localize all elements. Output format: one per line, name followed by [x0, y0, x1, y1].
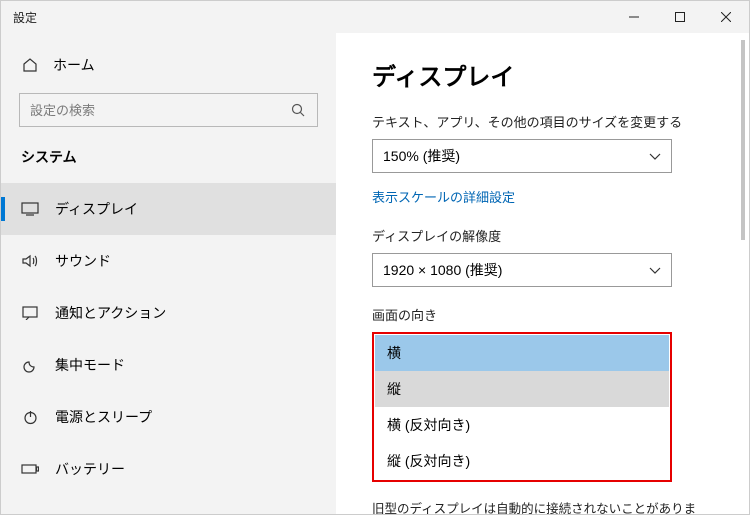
- chevron-down-icon: [649, 148, 661, 164]
- battery-icon: [21, 463, 39, 475]
- orientation-dropdown-open[interactable]: 横 縦 横 (反対向き) 縦 (反対向き): [372, 332, 672, 482]
- search-input[interactable]: [19, 93, 318, 127]
- close-button[interactable]: [703, 1, 749, 33]
- window-title: 設定: [1, 9, 37, 26]
- resolution-value: 1920 × 1080 (推奨): [383, 260, 502, 280]
- nav-label: 集中モード: [55, 355, 125, 375]
- resolution-dropdown[interactable]: 1920 × 1080 (推奨): [372, 253, 672, 287]
- sidebar: ホーム システム ディスプレイ: [1, 33, 336, 514]
- nav-label: サウンド: [55, 251, 111, 271]
- titlebar: 設定: [1, 1, 749, 33]
- footnote-text: 旧型のディスプレイは自動的に接続されないことがあります。[検出] を選択すると接…: [372, 500, 713, 514]
- section-label: システム: [1, 141, 336, 183]
- scrollbar[interactable]: [736, 32, 750, 515]
- scrollbar-thumb[interactable]: [741, 40, 745, 240]
- nav-label: ディスプレイ: [55, 199, 138, 219]
- page-title: ディスプレイ: [372, 57, 713, 92]
- nav-item-display[interactable]: ディスプレイ: [1, 183, 336, 235]
- chevron-down-icon: [649, 262, 661, 278]
- content-area: ディスプレイ テキスト、アプリ、その他の項目のサイズを変更する 150% (推奨…: [336, 33, 749, 514]
- scale-dropdown[interactable]: 150% (推奨): [372, 139, 672, 173]
- nav-item-focus[interactable]: 集中モード: [1, 339, 336, 391]
- scale-value: 150% (推奨): [383, 146, 460, 166]
- nav-label: バッテリー: [55, 459, 125, 479]
- orientation-option[interactable]: 縦: [375, 371, 669, 407]
- orientation-label: 画面の向き: [372, 305, 713, 324]
- sound-icon: [21, 254, 39, 268]
- advanced-scale-link[interactable]: 表示スケールの詳細設定: [372, 187, 713, 206]
- orientation-option[interactable]: 横 (反対向き): [375, 407, 669, 443]
- home-label: ホーム: [53, 55, 95, 75]
- minimize-button[interactable]: [611, 1, 657, 33]
- nav-label: 電源とスリープ: [55, 407, 152, 427]
- orientation-option[interactable]: 縦 (反対向き): [375, 443, 669, 479]
- orientation-option[interactable]: 横: [375, 335, 669, 371]
- display-icon: [21, 202, 39, 216]
- home-icon: [21, 57, 39, 73]
- focus-icon: [21, 358, 39, 373]
- resolution-label: ディスプレイの解像度: [372, 226, 713, 245]
- maximize-button[interactable]: [657, 1, 703, 33]
- nav-item-notifications[interactable]: 通知とアクション: [1, 287, 336, 339]
- scale-label: テキスト、アプリ、その他の項目のサイズを変更する: [372, 112, 713, 131]
- home-button[interactable]: ホーム: [1, 45, 336, 85]
- notifications-icon: [21, 306, 39, 320]
- nav-item-battery[interactable]: バッテリー: [1, 443, 336, 495]
- search-icon: [289, 103, 307, 117]
- nav-item-power[interactable]: 電源とスリープ: [1, 391, 336, 443]
- nav-item-sound[interactable]: サウンド: [1, 235, 336, 287]
- power-icon: [21, 410, 39, 425]
- nav-label: 通知とアクション: [55, 303, 166, 323]
- search-field[interactable]: [30, 103, 289, 118]
